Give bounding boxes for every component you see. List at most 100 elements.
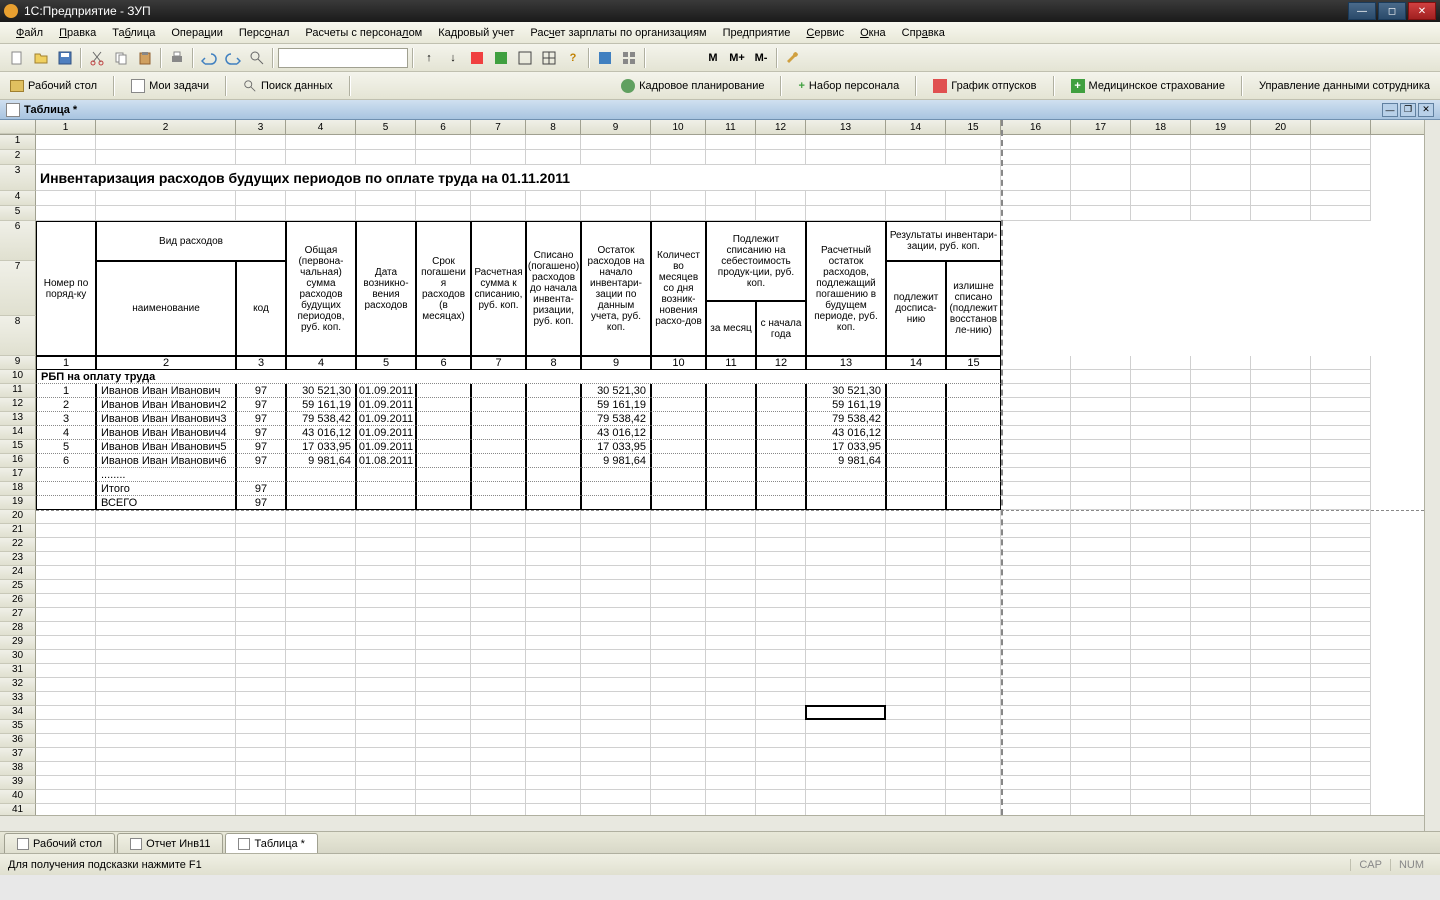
col-header-5[interactable]: 5 xyxy=(356,120,416,134)
horizontal-scrollbar[interactable] xyxy=(0,815,1424,831)
copy-button[interactable] xyxy=(110,47,132,69)
row-header-16[interactable]: 16 xyxy=(0,454,36,468)
vertical-scrollbar[interactable] xyxy=(1424,120,1440,831)
window-tab-2[interactable]: Таблица * xyxy=(225,833,317,853)
row-header-25[interactable]: 25 xyxy=(0,580,36,594)
m-minus-button[interactable]: M- xyxy=(750,47,772,69)
new-doc-button[interactable] xyxy=(6,47,28,69)
maximize-button[interactable]: ◻ xyxy=(1378,2,1406,20)
grid2-button[interactable] xyxy=(618,47,640,69)
color1-button[interactable] xyxy=(466,47,488,69)
help-button[interactable]: ? xyxy=(562,47,584,69)
borders2-button[interactable] xyxy=(538,47,560,69)
sort-desc-button[interactable]: ↓ xyxy=(442,47,464,69)
row-header-6[interactable]: 6 xyxy=(0,221,36,261)
menu-personnel[interactable]: Персонал xyxy=(233,25,296,41)
doc-minimize-button[interactable]: — xyxy=(1382,103,1398,117)
col-header-19[interactable]: 19 xyxy=(1191,120,1251,134)
row-header-11[interactable]: 11 xyxy=(0,384,36,398)
redo-button[interactable] xyxy=(222,47,244,69)
vacation-link[interactable]: График отпусков xyxy=(929,77,1040,95)
row-header-2[interactable]: 2 xyxy=(0,150,36,165)
hr-planning-link[interactable]: Кадровое планирование xyxy=(617,77,768,95)
row-header-37[interactable]: 37 xyxy=(0,748,36,762)
row-header-27[interactable]: 27 xyxy=(0,608,36,622)
col-header-6[interactable]: 6 xyxy=(416,120,471,134)
doc-restore-button[interactable]: ❐ xyxy=(1400,103,1416,117)
m-button[interactable]: M xyxy=(702,47,724,69)
row-header-31[interactable]: 31 xyxy=(0,664,36,678)
menu-windows[interactable]: Окна xyxy=(854,25,892,41)
row-header-39[interactable]: 39 xyxy=(0,776,36,790)
spreadsheet[interactable]: 1234567891011121314151617181920 123Инвен… xyxy=(0,120,1440,831)
row-header-7[interactable]: 7 xyxy=(0,261,36,316)
col-header-20[interactable]: 20 xyxy=(1251,120,1311,134)
col-header-2[interactable]: 2 xyxy=(96,120,236,134)
col-header-7[interactable]: 7 xyxy=(471,120,526,134)
row-header-12[interactable]: 12 xyxy=(0,398,36,412)
row-header-10[interactable]: 10 xyxy=(0,370,36,384)
col-header-12[interactable]: 12 xyxy=(756,120,806,134)
row-header-34[interactable]: 34 xyxy=(0,706,36,720)
row-header-8[interactable]: 8 xyxy=(0,316,36,356)
menu-operations[interactable]: Операции xyxy=(165,25,228,41)
menu-org-payroll[interactable]: Расчет зарплаты по организациям xyxy=(524,25,712,41)
row-header-35[interactable]: 35 xyxy=(0,720,36,734)
row-header-15[interactable]: 15 xyxy=(0,440,36,454)
row-header-26[interactable]: 26 xyxy=(0,594,36,608)
menu-table[interactable]: Таблица xyxy=(106,25,161,41)
col-header-15[interactable]: 15 xyxy=(946,120,1001,134)
row-header-19[interactable]: 19 xyxy=(0,496,36,510)
window-tab-0[interactable]: Рабочий стол xyxy=(4,833,115,853)
row-header-22[interactable]: 22 xyxy=(0,538,36,552)
col-header-9[interactable]: 9 xyxy=(581,120,651,134)
m-plus-button[interactable]: M+ xyxy=(726,47,748,69)
menu-hr[interactable]: Кадровый учет xyxy=(432,25,520,41)
col-header-14[interactable]: 14 xyxy=(886,120,946,134)
sort-asc-button[interactable]: ↑ xyxy=(418,47,440,69)
row-header-4[interactable]: 4 xyxy=(0,191,36,206)
menu-enterprise[interactable]: Предприятие xyxy=(717,25,797,41)
menu-help[interactable]: Справка xyxy=(896,25,951,41)
row-header-32[interactable]: 32 xyxy=(0,678,36,692)
col-header-3[interactable]: 3 xyxy=(236,120,286,134)
col-header-10[interactable]: 10 xyxy=(651,120,706,134)
col-header-13[interactable]: 13 xyxy=(806,120,886,134)
row-header-1[interactable]: 1 xyxy=(0,135,36,150)
row-header-9[interactable]: 9 xyxy=(0,356,36,370)
row-header-28[interactable]: 28 xyxy=(0,622,36,636)
row-header-29[interactable]: 29 xyxy=(0,636,36,650)
close-button[interactable]: ✕ xyxy=(1408,2,1436,20)
row-header-20[interactable]: 20 xyxy=(0,510,36,524)
row-header-14[interactable]: 14 xyxy=(0,426,36,440)
borders-button[interactable] xyxy=(514,47,536,69)
search-input[interactable] xyxy=(278,48,408,68)
menu-edit[interactable]: Правка xyxy=(53,25,102,41)
col-header-16[interactable]: 16 xyxy=(1001,120,1071,134)
col-header-4[interactable]: 4 xyxy=(286,120,356,134)
recruiting-link[interactable]: +Набор персонала xyxy=(794,78,903,94)
menu-file[interactable]: Файл xyxy=(10,25,49,41)
corner-header[interactable] xyxy=(0,120,36,134)
row-header-33[interactable]: 33 xyxy=(0,692,36,706)
medical-link[interactable]: +Медицинское страхование xyxy=(1067,77,1229,95)
color2-button[interactable] xyxy=(490,47,512,69)
menu-payroll[interactable]: Расчеты с персоналом xyxy=(299,25,428,41)
col-header-[interactable] xyxy=(1311,120,1371,134)
row-header-13[interactable]: 13 xyxy=(0,412,36,426)
row-header-18[interactable]: 18 xyxy=(0,482,36,496)
col-header-11[interactable]: 11 xyxy=(706,120,756,134)
find-button[interactable] xyxy=(246,47,268,69)
col-header-18[interactable]: 18 xyxy=(1131,120,1191,134)
wrench-button[interactable] xyxy=(782,47,804,69)
col-header-1[interactable]: 1 xyxy=(36,120,96,134)
row-header-38[interactable]: 38 xyxy=(0,762,36,776)
col-header-8[interactable]: 8 xyxy=(526,120,581,134)
save-button[interactable] xyxy=(54,47,76,69)
row-header-36[interactable]: 36 xyxy=(0,734,36,748)
my-tasks-link[interactable]: Мои задачи xyxy=(127,77,213,95)
row-header-23[interactable]: 23 xyxy=(0,552,36,566)
paste-button[interactable] xyxy=(134,47,156,69)
row-header-21[interactable]: 21 xyxy=(0,524,36,538)
row-header-17[interactable]: 17 xyxy=(0,468,36,482)
